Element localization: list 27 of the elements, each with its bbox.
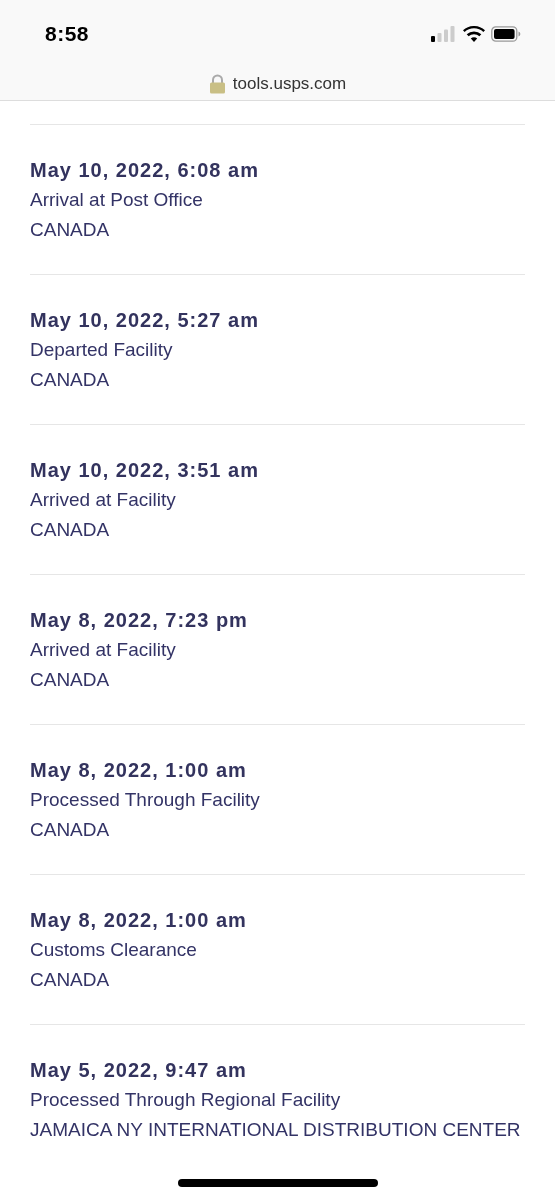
event-status: Departed Facility: [30, 338, 174, 362]
event-location: CANADA: [30, 218, 111, 242]
lock-icon: [208, 74, 226, 94]
event-datetime: May 8, 2022, 1:00 am: [30, 908, 248, 933]
event-datetime: May 10, 2022, 3:51 am: [30, 458, 260, 483]
event-status: Processed Through Facility: [30, 788, 261, 812]
event-datetime: May 10, 2022, 5:27 am: [30, 308, 260, 333]
event-status: Arrived at Facility: [30, 488, 177, 512]
event-location: CANADA: [30, 968, 111, 992]
event-location: CANADA: [30, 818, 111, 842]
event-location: JAMAICA NY INTERNATIONAL DISTRIBUTION CENTER: [30, 1118, 522, 1142]
clock-time: 8:58: [45, 22, 90, 46]
battery-icon: [491, 26, 521, 42]
event-datetime: May 5, 2022, 9:47 am: [30, 1058, 248, 1083]
event-location: CANADA: [30, 368, 111, 392]
event-status: Customs Clearance: [30, 938, 198, 962]
event-status: Processed Through Regional Facility: [30, 1088, 342, 1112]
event-status: Arrival at Post Office: [30, 188, 204, 212]
event-datetime: May 8, 2022, 7:23 pm: [30, 608, 249, 633]
url-text[interactable]: tools.usps.com: [232, 74, 347, 94]
wifi-icon: [463, 26, 485, 42]
event-location: CANADA: [30, 518, 111, 542]
event-datetime: May 10, 2022, 6:08 am: [30, 158, 260, 183]
event-location: CANADA: [30, 668, 111, 692]
event-datetime: May 8, 2022, 1:00 am: [30, 758, 248, 783]
event-status: Arrived at Facility: [30, 638, 177, 662]
signal-icon: [431, 26, 457, 42]
